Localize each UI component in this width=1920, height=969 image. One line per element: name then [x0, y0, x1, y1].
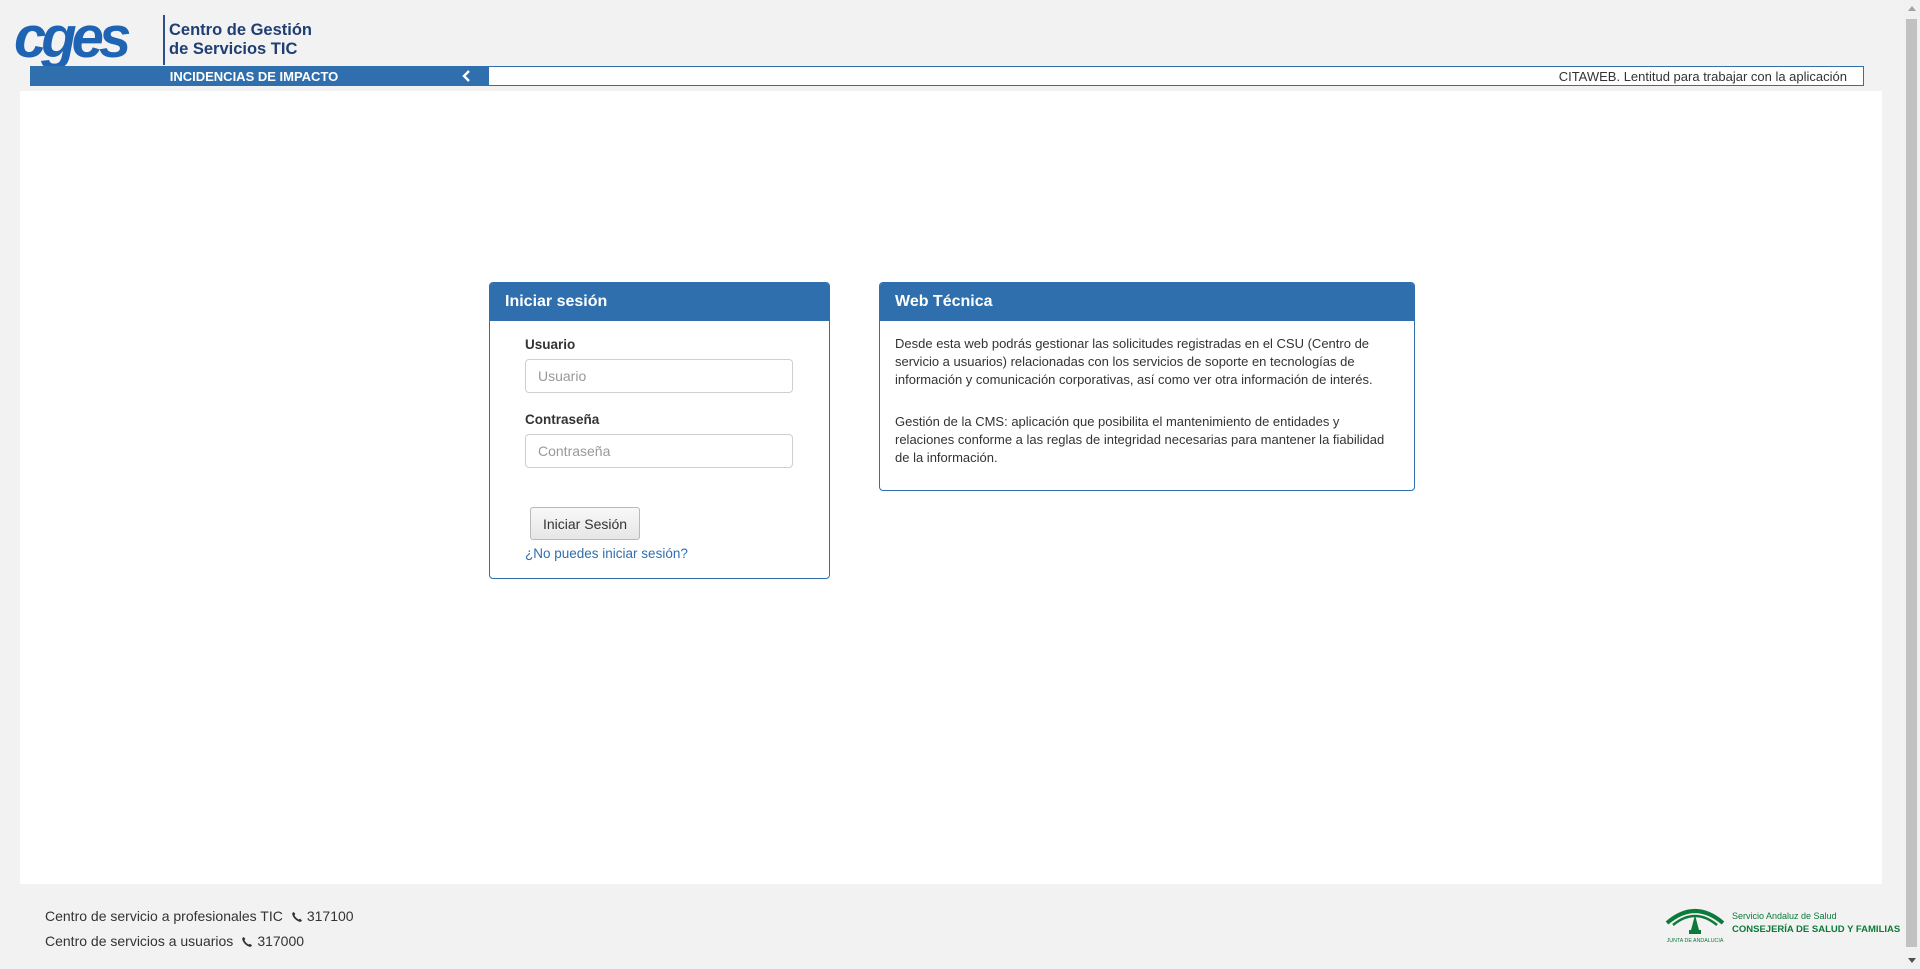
cges-logo[interactable]: cges Centro de Gestión de Servicios TIC	[14, 14, 312, 66]
cges-logo-text: cges	[14, 14, 130, 66]
consejeria-name: CONSEJERÍA DE SALUD Y FAMILIAS	[1732, 924, 1901, 935]
ticker-label-text: INCIDENCIAS DE IMPACTO	[169, 68, 339, 84]
footer-contact-phone: 317000	[257, 933, 305, 949]
info-paragraph-1: Desde esta web podrás gestionar las soli…	[895, 336, 1373, 387]
footer-contact-row: Centro de servicios a usuarios 317000	[45, 929, 354, 954]
footer-contact-row: Centro de servicio a profesionales TIC 3…	[45, 904, 354, 929]
phone-icon	[242, 936, 253, 947]
footer-contact-label: Centro de servicio a profesionales TIC	[45, 908, 283, 924]
info-panel: Web Técnica Desde esta web podrás gestio…	[879, 282, 1415, 491]
footer-contact-phone: 317100	[306, 908, 354, 924]
org-name-line2: de Servicios TIC	[169, 40, 298, 58]
username-input[interactable]	[525, 359, 793, 393]
org-name: Centro de Gestión de Servicios TIC	[169, 21, 312, 59]
login-panel: Iniciar sesión Usuario Contraseña Inicia…	[489, 282, 830, 579]
ticker-message[interactable]: CITAWEB. Lentitud para trabajar con la a…	[489, 67, 1863, 85]
phone-icon	[292, 911, 302, 922]
junta-emblem-icon: JUNTA DE ANDALUCIA	[1665, 909, 1725, 944]
org-name-line1: Centro de Gestión	[169, 21, 313, 39]
login-button[interactable]: Iniciar Sesión	[530, 507, 641, 540]
password-label: Contraseña	[525, 412, 600, 427]
junta-text: Servicio Andaluz de Salud CONSEJERÍA DE …	[1732, 910, 1900, 936]
chevron-left-icon[interactable]	[459, 69, 473, 83]
cges-logo-mark: cges	[14, 14, 135, 66]
username-label: Usuario	[525, 337, 576, 352]
login-panel-title: Iniciar sesión	[490, 283, 829, 321]
vertical-scrollbar[interactable]	[1903, 0, 1920, 969]
junta-andalucia-logo: JUNTA DE ANDALUCIA Servicio Andaluz de S…	[1664, 900, 1900, 946]
info-panel-title: Web Técnica	[880, 283, 1414, 321]
footer-contacts: Centro de servicio a profesionales TIC 3…	[45, 904, 354, 954]
main-content: Iniciar sesión Usuario Contraseña Inicia…	[20, 91, 1882, 884]
scroll-up-arrow-icon[interactable]	[1903, 0, 1920, 17]
footer-contact-label: Centro de servicios a usuarios	[45, 933, 234, 949]
scroll-down-arrow-icon[interactable]	[1903, 952, 1920, 969]
sas-name: Servicio Andaluz de Salud	[1732, 911, 1837, 921]
password-input[interactable]	[525, 434, 793, 468]
junta-name-text: JUNTA DE ANDALUCIA	[1667, 938, 1724, 944]
ticker-label: INCIDENCIAS DE IMPACTO	[31, 67, 489, 85]
info-paragraph-2: Gestión de la CMS: aplicación que posibi…	[895, 414, 1385, 465]
incidents-ticker: INCIDENCIAS DE IMPACTO CITAWEB. Lentitud…	[30, 66, 1864, 86]
logo-divider	[163, 15, 165, 65]
cannot-login-link[interactable]: ¿No puedes iniciar sesión?	[525, 546, 688, 561]
scrollbar-thumb[interactable]	[1906, 19, 1917, 947]
